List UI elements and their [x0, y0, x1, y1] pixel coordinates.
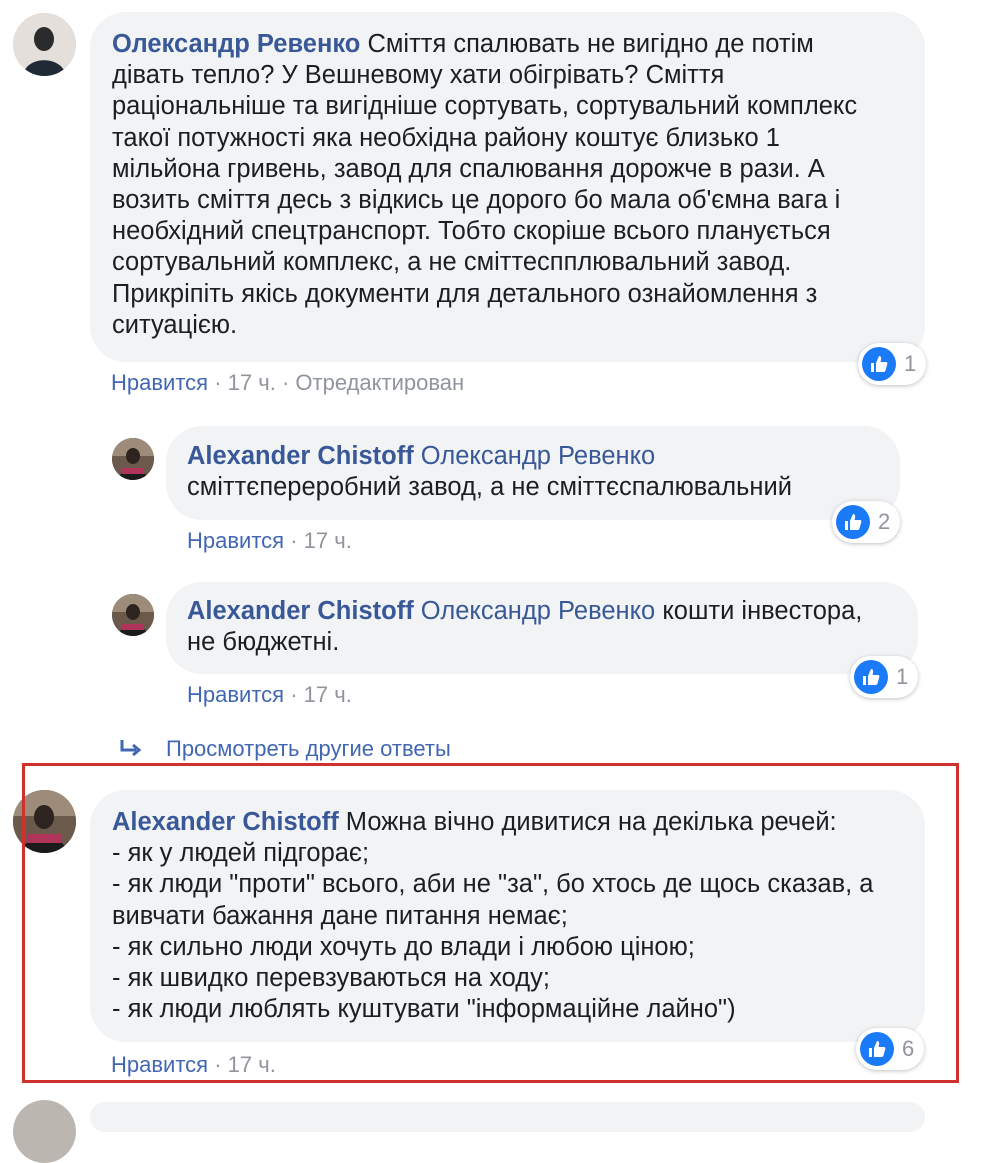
edited-label[interactable]: Отредактирован: [295, 370, 464, 395]
view-more-replies-label: Просмотреть другие ответы: [166, 736, 451, 761]
mention-link[interactable]: Олександр Ревенко: [421, 442, 655, 470]
comment-text: Сміття спалювать не вигідно де потім: [367, 30, 814, 58]
reaction-number: 1: [896, 664, 909, 689]
reply-bubble: Alexander Chistoff Олександр Ревенко смі…: [166, 426, 900, 520]
comment-actions: Нравится · 17 ч.: [187, 528, 352, 554]
thumbs-up-icon: [854, 660, 888, 694]
comment-actions: Нравится · 17 ч.: [187, 682, 352, 708]
reply-arrow-icon: [120, 740, 142, 757]
thumbs-up-icon: [862, 347, 896, 381]
comment-author[interactable]: Alexander Chistoff: [187, 597, 414, 625]
mention-link[interactable]: Олександр Ревенко: [421, 597, 655, 625]
comment-text: ситуацією.: [112, 310, 238, 339]
comment-text: необхідний спецтранспорт. Тобто скоріше …: [112, 217, 831, 246]
like-link[interactable]: Нравится: [187, 528, 284, 553]
separator-dot: ·: [290, 682, 304, 707]
reaction-number: 1: [904, 351, 917, 376]
comment-text: кошти інвестора,: [662, 597, 863, 625]
reply-bubble: Alexander Chistoff Олександр Ревенко кош…: [166, 582, 918, 674]
like-link[interactable]: Нравится: [187, 682, 284, 707]
avatar[interactable]: [112, 438, 154, 480]
avatar[interactable]: [13, 13, 76, 76]
avatar: [13, 1100, 76, 1163]
comment-text: не бюджетні.: [187, 628, 340, 657]
reaction-number: 2: [878, 509, 891, 534]
comment-bubble: Олександр Ревенко Сміття спалювать не ви…: [90, 12, 925, 362]
separator-dot: ·: [290, 528, 304, 553]
comment-text: раціональніше та вигідніше сортувать, со…: [112, 92, 858, 121]
reaction-count[interactable]: 2: [832, 501, 901, 543]
highlight-frame: [22, 763, 959, 1083]
comment-author[interactable]: Олександр Ревенко: [112, 30, 360, 58]
comment-text: сміттєпереробний завод, а не сміттєспалю…: [187, 473, 792, 502]
comment-actions: Нравится · 17 ч. · Отредактирован: [111, 370, 464, 396]
comment-text: такої потужності яка необхідна району ко…: [112, 123, 780, 152]
thumbs-up-icon: [836, 505, 870, 539]
avatar[interactable]: [112, 594, 154, 636]
separator-dot: ·: [214, 370, 228, 395]
reaction-count[interactable]: 1: [850, 656, 919, 698]
comment-author[interactable]: Alexander Chistoff: [187, 442, 414, 470]
timestamp[interactable]: 17 ч.: [304, 682, 352, 707]
comment-text: дівать тепло? У Вешневому хати обігріват…: [112, 61, 725, 90]
comment-text: мільйона гривень, завод для спалювання д…: [112, 154, 825, 183]
like-link[interactable]: Нравится: [111, 370, 208, 395]
timestamp[interactable]: 17 ч.: [228, 370, 276, 395]
comment-text: сортувальний комплекс, а не сміттеспплюв…: [112, 248, 792, 277]
comment-text: возить сміття десь з відкись це дорого б…: [112, 186, 841, 215]
timestamp[interactable]: 17 ч.: [304, 528, 352, 553]
reaction-count[interactable]: 1: [858, 343, 927, 385]
comment-text: Прикріпіть якісь документи для детальног…: [112, 279, 818, 308]
separator-dot: ·: [281, 370, 296, 395]
view-more-replies-link[interactable]: Просмотреть другие ответы: [118, 736, 451, 762]
